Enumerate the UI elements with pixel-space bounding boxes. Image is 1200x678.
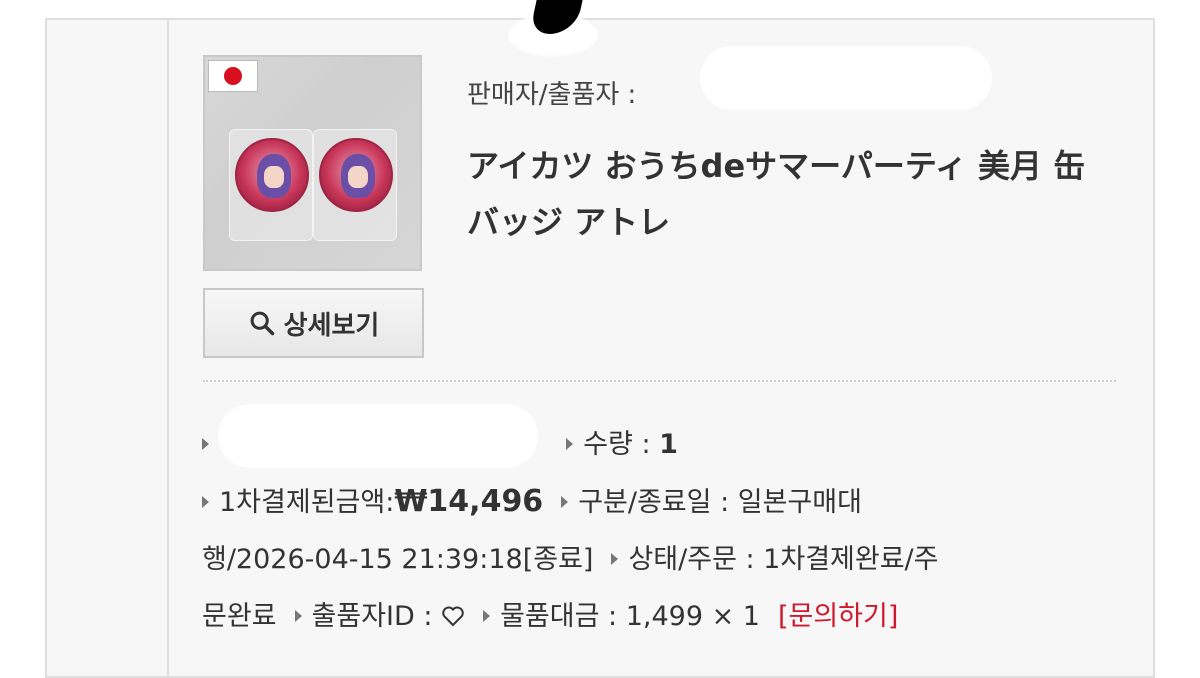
quantity-label: 수량 :	[583, 429, 660, 460]
goods-price-label: 물품대금 :	[500, 601, 626, 632]
bullet-arrow-icon	[611, 552, 619, 565]
bullet-arrow-icon	[294, 609, 302, 622]
bullet-arrow-icon	[561, 495, 569, 508]
product-title[interactable]: アイカツ おうちdeサマーパーティ 美月 缶バッジ アトレ	[467, 138, 1117, 250]
detail-view-button[interactable]: 상세보기	[203, 288, 424, 358]
japan-flag-icon	[208, 60, 258, 92]
info-line-4: 문완료 출품자ID : 물품대금 : 1,499 × 1 [문의하기]	[202, 588, 1122, 645]
search-icon	[250, 311, 274, 336]
meta-redaction	[218, 404, 538, 468]
badge-pack	[229, 129, 313, 241]
bullet-arrow-icon	[483, 609, 491, 622]
status-value-b: 문완료	[202, 601, 277, 632]
inquiry-link[interactable]: [문의하기]	[778, 601, 898, 632]
bullet-arrow-icon	[566, 437, 574, 450]
info-line-2: 1차결제된금액:₩14,496 구분/종료일 : 일본구매대	[202, 473, 1122, 531]
type-end-value-b: 행/2026-04-15 21:39:18[종료]	[202, 544, 594, 575]
type-end-label: 구분/종료일 :	[578, 487, 738, 518]
bullet-arrow-icon	[202, 495, 209, 508]
badge-pack	[313, 129, 397, 241]
bullet-arrow-icon	[202, 437, 209, 450]
seller-label: 판매자/출품자 :	[467, 80, 637, 110]
first-paid-value: ₩14,496	[394, 484, 544, 519]
exhibitor-label: 출품자ID :	[311, 601, 442, 632]
quantity-value: 1	[659, 429, 678, 460]
dotted-divider	[203, 380, 1116, 382]
detail-view-label: 상세보기	[283, 310, 380, 341]
seller-line: 판매자/출품자 :	[467, 74, 636, 111]
left-rail-divider	[167, 20, 169, 676]
type-end-value-a: 일본구매대	[737, 487, 862, 518]
status-label: 상태/주문 :	[628, 544, 764, 575]
goods-price-value: 1,499 × 1	[625, 601, 760, 632]
status-value-a: 1차결제완료/주	[763, 544, 939, 575]
info-line-3: 행/2026-04-15 21:39:18[종료] 상태/주문 : 1차결제완료/…	[202, 531, 1122, 588]
product-thumbnail[interactable]	[203, 55, 422, 271]
first-paid-label: 1차결제된금액:	[219, 487, 395, 518]
heart-icon[interactable]	[441, 605, 465, 627]
seller-redaction	[700, 46, 992, 110]
